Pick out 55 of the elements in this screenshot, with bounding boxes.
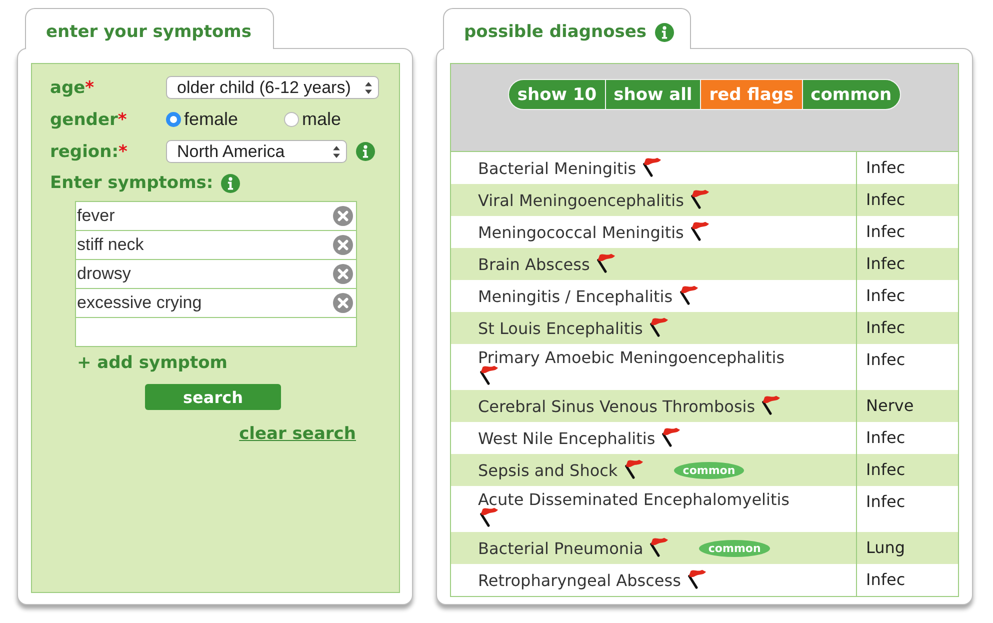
diagnosis-name: Bacterial Meningitis bbox=[478, 158, 636, 178]
diagnosis-name: West Nile Encephalitis bbox=[478, 428, 656, 448]
filter-button[interactable]: common bbox=[802, 80, 900, 109]
symptom-field[interactable]: drowsy bbox=[75, 259, 357, 289]
diagnosis-name: Viral Meningoencephalitis bbox=[478, 190, 684, 210]
table-row[interactable]: Cerebral Sinus Venous Thrombosis Nerve bbox=[451, 390, 958, 422]
symptom-field[interactable]: fever bbox=[75, 201, 357, 231]
section-label: Enter symptoms: bbox=[50, 173, 214, 193]
table-row[interactable]: Sepsis and Shock common Infec bbox=[451, 454, 958, 486]
radio-label[interactable]: male bbox=[302, 109, 342, 130]
diagnosis-name: Retropharyngeal Abscess bbox=[478, 570, 681, 590]
table-row[interactable]: St Louis Encephalitis Infec bbox=[451, 312, 958, 344]
diagnosis-name: Primary Amoebic Meningoencephalitis bbox=[478, 348, 785, 367]
diagnosis-name: Cerebral Sinus Venous Thrombosis bbox=[478, 396, 756, 416]
radio-button[interactable] bbox=[284, 112, 299, 127]
panel-title: enter your symptoms bbox=[46, 22, 252, 42]
table-row[interactable]: Brain Abscess Infec bbox=[451, 248, 958, 280]
info-icon[interactable] bbox=[221, 174, 240, 192]
info-icon[interactable] bbox=[356, 142, 375, 161]
common-badge: common bbox=[674, 462, 744, 478]
common-badge: common bbox=[699, 540, 770, 556]
symptom-field[interactable]: stiff neck bbox=[75, 230, 357, 260]
dropdown-select[interactable]: North America bbox=[166, 140, 347, 163]
close-icon[interactable] bbox=[333, 293, 353, 313]
required-mark: * bbox=[118, 110, 127, 130]
diagnosis-name: Meningococcal Meningitis bbox=[478, 222, 684, 242]
diagnosis-name: Acute Disseminated Encephalomyelitis bbox=[478, 490, 790, 509]
close-icon[interactable] bbox=[333, 235, 353, 255]
select-arrows-icon bbox=[333, 146, 340, 158]
table-cell: Infec bbox=[856, 564, 958, 596]
diagnosis-name: Sepsis and Shock bbox=[478, 460, 618, 480]
info-icon[interactable] bbox=[654, 22, 674, 42]
field-label: region: bbox=[50, 142, 118, 162]
table-row[interactable]: Viral Meningoencephalitis Infec bbox=[451, 184, 958, 216]
diagnosis-name: St Louis Encephalitis bbox=[478, 318, 643, 338]
close-icon[interactable] bbox=[333, 264, 353, 284]
dropdown-select[interactable]: older child (6-12 years) bbox=[166, 76, 379, 99]
diagnosis-name: Brain Abscess bbox=[478, 254, 590, 274]
symptom-field[interactable]: excessive crying bbox=[75, 288, 357, 318]
required-mark: * bbox=[85, 78, 94, 98]
field-label: age bbox=[50, 78, 86, 98]
diagnosis-name: Bacterial Pneumonia bbox=[478, 538, 644, 558]
filter-button[interactable]: show 10 bbox=[509, 80, 605, 109]
close-icon[interactable] bbox=[333, 206, 353, 226]
panel-title: possible diagnoses bbox=[464, 22, 647, 42]
search-button[interactable]: search bbox=[145, 384, 281, 410]
radio-label[interactable]: female bbox=[184, 109, 238, 130]
radio-button[interactable] bbox=[166, 112, 181, 127]
required-mark: * bbox=[118, 142, 128, 162]
table-row[interactable]: Bacterial Pneumonia common Lung bbox=[451, 532, 958, 564]
filter-button[interactable]: show all bbox=[606, 80, 700, 109]
select-arrows-icon bbox=[365, 82, 372, 94]
symptom-input[interactable] bbox=[75, 317, 357, 347]
field-label: gender bbox=[50, 110, 118, 130]
diagnosis-name: Meningitis / Encephalitis bbox=[478, 286, 673, 306]
